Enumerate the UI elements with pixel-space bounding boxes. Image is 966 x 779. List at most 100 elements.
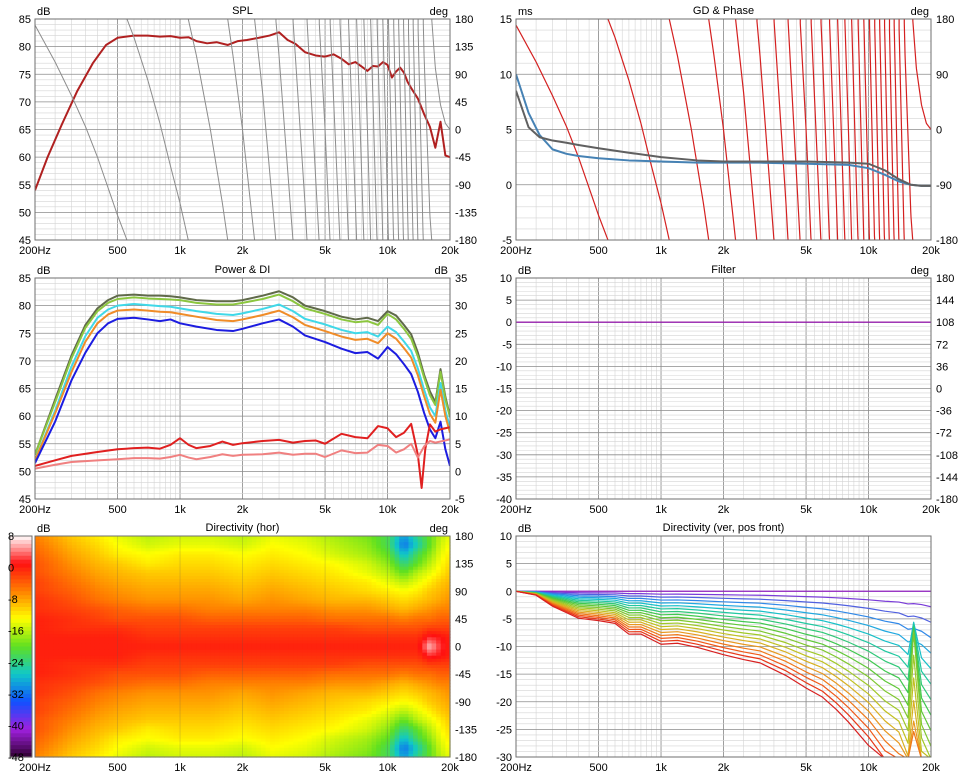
- y-tick-label: 70: [19, 97, 31, 109]
- y-tick-label: 75: [19, 69, 31, 81]
- x-tick-label: 5k: [800, 245, 812, 257]
- x-tick-label: 200Hz: [19, 504, 51, 516]
- y2-tick-label: 35: [455, 273, 467, 285]
- x-tick-label: 1k: [174, 245, 186, 257]
- y2-tick-label: 0: [936, 384, 942, 396]
- x-tick-label: 1k: [174, 504, 186, 516]
- y-tick-label: 50: [19, 207, 31, 219]
- x-tick-label: 500: [108, 245, 126, 257]
- chart-power-di: Power & DIdB dB85807570656055504535302520…: [19, 264, 468, 516]
- x-tick-label: 10k: [860, 245, 878, 257]
- x-tick-label: 1k: [655, 245, 667, 257]
- y2-tick-label: -36: [936, 406, 952, 418]
- y-tick-label: 85: [19, 14, 31, 26]
- x-tick-label: 200Hz: [500, 504, 532, 516]
- x-tick-label: 20k: [922, 245, 940, 257]
- chart-title: SPL: [232, 5, 253, 17]
- y2-tick-label: -90: [936, 180, 952, 192]
- chart-directivity-hor: 80-8-16-24-32-40-48Directivity (hor)dB de…: [8, 522, 477, 774]
- y2-tick-label: 36: [936, 361, 948, 373]
- y2-tick-label: 90: [936, 69, 948, 81]
- y-tick-label: 60: [19, 411, 31, 423]
- y-tick-label: 5: [506, 295, 512, 307]
- y2-tick-label: -135: [455, 207, 477, 219]
- y2-tick-label: 20: [455, 356, 467, 368]
- x-tick-label: 20k: [922, 504, 940, 516]
- y2-tick-label: 15: [455, 384, 467, 396]
- y-tick-label: -25: [496, 428, 512, 440]
- left-unit-label: dB: [37, 265, 50, 277]
- y2-tick-label: -144: [936, 472, 958, 484]
- x-tick-label: 10k: [860, 504, 878, 516]
- y2-tick-label: 180: [455, 14, 473, 26]
- y-tick-label: 80: [19, 42, 31, 54]
- y2-tick-label: 0: [455, 466, 461, 478]
- y2-tick-label: -45: [455, 152, 471, 164]
- chart-title: Filter: [711, 264, 736, 276]
- x-tick-label: 5k: [800, 504, 812, 516]
- y2-tick-label: 135: [455, 42, 473, 54]
- x-tick-label: 20k: [441, 504, 459, 516]
- y2-tick-label: 45: [455, 97, 467, 109]
- y-tick-label: 0: [506, 317, 512, 329]
- y-tick-label: 65: [19, 125, 31, 137]
- x-tick-label: 10k: [379, 504, 397, 516]
- y2-tick-label: 5: [455, 439, 461, 451]
- y-tick-label: 80: [19, 301, 31, 313]
- y2-tick-label: -90: [455, 180, 471, 192]
- x-tick-label: 1k: [655, 504, 667, 516]
- y-tick-label: 10: [500, 273, 512, 285]
- chart-spl: SPLdB deg85807570656055504518013590450-45…: [19, 5, 477, 257]
- y2-tick-label: 180: [936, 14, 954, 26]
- y2-tick-label: 30: [455, 301, 467, 313]
- y-tick-label: -5: [502, 339, 512, 351]
- x-tick-label: 20k: [441, 245, 459, 257]
- y2-tick-label: 180: [936, 273, 954, 285]
- x-tick-label: 10k: [379, 245, 397, 257]
- y-tick-label: 60: [19, 152, 31, 164]
- chart-canvas: SPLdB deg85807570656055504518013590450-45…: [8, 5, 958, 774]
- y2-tick-label: 0: [936, 125, 942, 137]
- y-tick-label: 70: [19, 356, 31, 368]
- y-tick-label: 10: [500, 69, 512, 81]
- x-tick-label: 2k: [237, 245, 249, 257]
- chart-filter: FilterdB deg1050-5-10-15-20-25-30-35-4018…: [496, 264, 958, 516]
- left-unit-label: dB: [518, 265, 531, 277]
- right-unit-label: dB: [435, 265, 448, 277]
- x-tick-label: 200Hz: [19, 245, 51, 257]
- y-tick-label: -10: [496, 361, 512, 373]
- y2-tick-label: 25: [455, 328, 467, 340]
- y2-tick-label: 10: [455, 411, 467, 423]
- right-unit-label: deg: [911, 265, 929, 277]
- y2-tick-label: 90: [455, 69, 467, 81]
- y-tick-label: 0: [506, 180, 512, 192]
- y2-tick-label: 72: [936, 339, 948, 351]
- y-tick-label: 55: [19, 439, 31, 451]
- chart-gd-phase: GD & Phasems deg151050-5180900-90-180200H…: [500, 5, 958, 257]
- x-tick-label: 5k: [319, 504, 331, 516]
- x-tick-label: 500: [589, 245, 607, 257]
- left-unit-label: dB: [37, 6, 50, 18]
- left-unit-label: ms: [518, 6, 533, 18]
- y-tick-label: 85: [19, 273, 31, 285]
- y-tick-label: -35: [496, 472, 512, 484]
- x-tick-label: 200Hz: [500, 245, 532, 257]
- x-tick-label: 5k: [319, 245, 331, 257]
- y2-tick-label: -108: [936, 450, 958, 462]
- x-tick-label: 2k: [718, 504, 730, 516]
- chart-title: GD & Phase: [693, 5, 754, 17]
- y-tick-label: 55: [19, 180, 31, 192]
- y-tick-label: 5: [506, 125, 512, 137]
- x-tick-label: 500: [108, 504, 126, 516]
- y-tick-label: -30: [496, 450, 512, 462]
- y-tick-label: -20: [496, 406, 512, 418]
- x-tick-label: 500: [589, 504, 607, 516]
- y-tick-label: 50: [19, 466, 31, 478]
- right-unit-label: deg: [911, 6, 929, 18]
- chart-title: Power & DI: [215, 264, 271, 276]
- y-tick-label: 15: [500, 14, 512, 26]
- right-unit-label: deg: [430, 6, 448, 18]
- y-tick-label: 75: [19, 328, 31, 340]
- y-tick-label: 65: [19, 384, 31, 396]
- y2-tick-label: -72: [936, 428, 952, 440]
